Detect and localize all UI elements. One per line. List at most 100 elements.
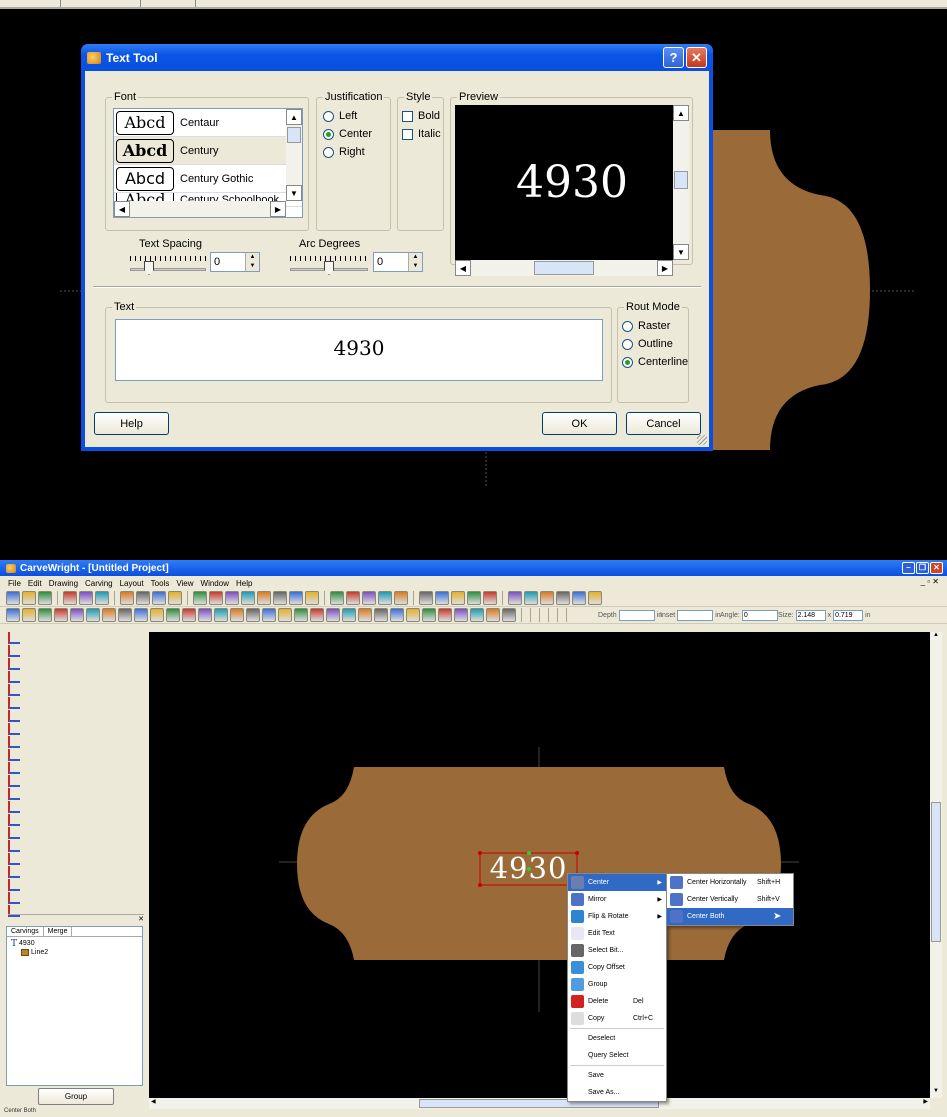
scroll-down-icon[interactable]: ▼ bbox=[673, 244, 689, 260]
tab-merge[interactable]: Merge bbox=[44, 927, 73, 936]
toolbar-tool-icon[interactable] bbox=[257, 591, 271, 605]
spinner-arrows-icon[interactable]: ▲ ▼ bbox=[245, 253, 259, 271]
preview-hscroll[interactable]: ◀ ▶ bbox=[455, 260, 673, 276]
drawing-tool-icon[interactable] bbox=[8, 671, 20, 683]
toolbar-tool-icon[interactable] bbox=[483, 591, 497, 605]
ctx-item-save-as[interactable]: Save As... bbox=[568, 1084, 666, 1101]
toolbar-tool-icon[interactable] bbox=[63, 591, 77, 605]
scroll-thumb[interactable] bbox=[287, 127, 301, 143]
menu-carving[interactable]: Carving bbox=[85, 579, 113, 588]
toolbar-tool-icon[interactable] bbox=[193, 591, 207, 605]
toolbar-tool-icon[interactable] bbox=[438, 608, 452, 622]
scroll-right-icon[interactable]: ▶ bbox=[657, 260, 673, 276]
drawing-tool-icon[interactable] bbox=[8, 684, 20, 696]
toolbar-tool-icon[interactable] bbox=[241, 591, 255, 605]
toolbar-tool-icon[interactable] bbox=[326, 608, 340, 622]
toolbar-tool-icon[interactable] bbox=[330, 591, 344, 605]
arc-degrees-slider[interactable] bbox=[290, 252, 368, 275]
toolbar-tool-icon[interactable] bbox=[86, 608, 100, 622]
toolbar-tool-icon[interactable] bbox=[79, 591, 93, 605]
toolbar-tool-icon[interactable] bbox=[22, 591, 36, 605]
text-spacing-slider[interactable] bbox=[130, 252, 206, 275]
drawing-tool-icon[interactable] bbox=[8, 814, 20, 826]
menu-view[interactable]: View bbox=[176, 579, 193, 588]
toolbar-tool-icon[interactable] bbox=[378, 591, 392, 605]
toolbar-tool-icon[interactable] bbox=[556, 591, 570, 605]
toolbar-tool-icon[interactable] bbox=[454, 608, 468, 622]
toolbar-tool-icon[interactable] bbox=[419, 591, 433, 605]
toolbar-tool-icon[interactable] bbox=[394, 591, 408, 605]
toolbar-tool-icon[interactable] bbox=[486, 608, 500, 622]
canvas-vscroll[interactable]: ▲ ▼ bbox=[930, 632, 942, 1098]
toolbar-tool-icon[interactable] bbox=[422, 608, 436, 622]
ctx-item-select-bit[interactable]: Select Bit... bbox=[568, 942, 666, 959]
bold-checkbox[interactable]: Bold bbox=[402, 107, 441, 125]
toolbar-tool-icon[interactable] bbox=[588, 591, 602, 605]
toolbar-tool-icon[interactable] bbox=[294, 608, 308, 622]
toolbar-tool-icon[interactable] bbox=[54, 608, 68, 622]
scroll-right-icon[interactable]: ▶ bbox=[923, 1098, 928, 1105]
drawing-tool-icon[interactable] bbox=[8, 788, 20, 800]
scroll-left-icon[interactable]: ◀ bbox=[455, 260, 471, 276]
arc-degrees-input[interactable]: 0 ▲ ▼ bbox=[373, 252, 423, 272]
toolbar-tool-icon[interactable] bbox=[470, 608, 484, 622]
toolbar-tool-icon[interactable] bbox=[374, 608, 388, 622]
slider-thumb[interactable] bbox=[144, 261, 154, 275]
rout-outline-radio[interactable]: Outline bbox=[622, 335, 688, 353]
font-item-century-gothic[interactable]: Abcd Century Gothic bbox=[114, 165, 302, 193]
toolbar-tool-icon[interactable] bbox=[209, 591, 223, 605]
font-list-hscroll[interactable]: ◀ ▶ bbox=[114, 201, 286, 217]
scroll-thumb[interactable] bbox=[534, 261, 594, 275]
dock-close-icon[interactable]: ✕ bbox=[8, 914, 144, 923]
scroll-up-icon[interactable]: ▲ bbox=[930, 632, 942, 642]
menu-layout[interactable]: Layout bbox=[120, 579, 144, 588]
app-titlebar[interactable]: CarveWright - [Untitled Project] – ❐ ✕ bbox=[0, 560, 947, 576]
toolbar-tool-icon[interactable] bbox=[166, 608, 180, 622]
toolbar-tool-icon[interactable] bbox=[225, 591, 239, 605]
toolbar-tool-icon[interactable] bbox=[508, 591, 522, 605]
scroll-up-icon[interactable]: ▲ bbox=[286, 109, 302, 125]
justify-right-radio[interactable]: Right bbox=[323, 143, 372, 161]
menu-window[interactable]: Window bbox=[201, 579, 229, 588]
mdi-controls-icon[interactable]: _ ▫ ✕ bbox=[921, 577, 939, 586]
ctx-item-copy[interactable]: Copy Ctrl+C bbox=[568, 1010, 666, 1027]
tree-item-line2[interactable]: Line2 bbox=[11, 948, 142, 957]
toolbar-tool-icon[interactable] bbox=[358, 608, 372, 622]
scroll-thumb[interactable] bbox=[931, 802, 941, 942]
dialog-titlebar[interactable]: Text Tool ? ✕ bbox=[81, 44, 713, 71]
toolbar-tool-icon[interactable] bbox=[467, 591, 481, 605]
depth-input[interactable] bbox=[618, 609, 655, 621]
ctx-item-flip-rotate[interactable]: Flip & Rotate ▶ bbox=[568, 908, 666, 925]
scroll-up-icon[interactable]: ▲ bbox=[673, 105, 689, 121]
toolbar-tool-icon[interactable] bbox=[273, 591, 287, 605]
toolbar-tool-icon[interactable] bbox=[342, 608, 356, 622]
drawing-tool-icon[interactable] bbox=[8, 762, 20, 774]
help-button[interactable]: Help bbox=[94, 412, 169, 435]
close-icon[interactable]: ✕ bbox=[686, 47, 707, 68]
toolbar-tool-icon[interactable] bbox=[134, 608, 148, 622]
toolbar-tool-icon[interactable] bbox=[230, 608, 244, 622]
spinner-arrows-icon[interactable]: ▲ ▼ bbox=[408, 253, 422, 271]
toolbar-tool-icon[interactable] bbox=[390, 608, 404, 622]
drawing-tool-icon[interactable] bbox=[8, 840, 20, 852]
tree-item-4930[interactable]: T 4930 bbox=[11, 939, 142, 949]
font-list-vscroll[interactable]: ▲ ▼ bbox=[286, 109, 302, 201]
ok-button[interactable]: OK bbox=[542, 412, 617, 435]
toolbar-tool-icon[interactable] bbox=[214, 608, 228, 622]
toolbar-tool-icon[interactable] bbox=[451, 591, 465, 605]
toolbar-tool-icon[interactable] bbox=[346, 591, 360, 605]
scroll-left-icon[interactable]: ◀ bbox=[114, 201, 130, 217]
drawing-tool-icon[interactable] bbox=[8, 658, 20, 670]
toolbar-tool-icon[interactable] bbox=[6, 591, 20, 605]
toolbar-tool-icon[interactable] bbox=[502, 608, 516, 622]
toolbar-tool-icon[interactable] bbox=[435, 591, 449, 605]
close-icon[interactable]: ✕ bbox=[930, 562, 943, 574]
drawing-tool-icon[interactable] bbox=[8, 879, 20, 891]
toolbar-tool-icon[interactable] bbox=[289, 591, 303, 605]
submenu-item-center-vertically[interactable]: Center Vertically Shift+V bbox=[667, 891, 793, 908]
toolbar-tool-icon[interactable] bbox=[168, 591, 182, 605]
toolbar-tool-icon[interactable] bbox=[118, 608, 132, 622]
angle-input[interactable]: 0 bbox=[741, 609, 778, 621]
toolbar-tool-icon[interactable] bbox=[310, 608, 324, 622]
toolbar-tool-icon[interactable] bbox=[246, 608, 260, 622]
